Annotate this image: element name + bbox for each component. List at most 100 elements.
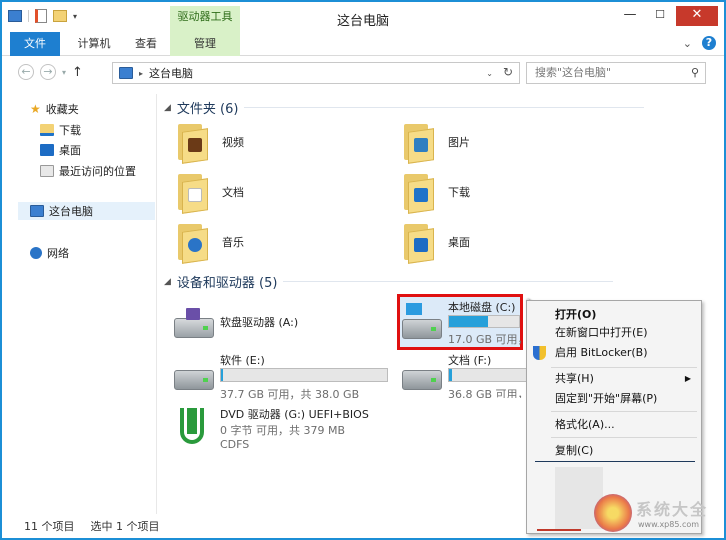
address-row: ← → ▾ ↑ ▸ 这台电脑 ⌄ ↻ 搜索"这台电脑" ⚲ xyxy=(2,58,724,88)
divider xyxy=(283,281,614,282)
drive-dvd[interactable]: DVD 驱动器 (G:) UEFI+BIOS 0 字节 可用，共 379 MB … xyxy=(174,406,414,456)
drive-usage-bar xyxy=(448,315,520,328)
tab-computer[interactable]: 计算机 xyxy=(66,32,122,56)
navigation-buttons: ← → ▾ ↑ xyxy=(18,64,83,80)
tab-file[interactable]: 文件 xyxy=(10,32,60,56)
menu-bottom-mark xyxy=(537,529,581,531)
divider xyxy=(244,107,645,108)
dropdown-icon[interactable]: ⌄ xyxy=(486,65,493,83)
expand-ribbon-icon[interactable]: ⌄ xyxy=(683,37,692,50)
watermark-url: www.xp85.com xyxy=(638,520,700,529)
menu-copy[interactable]: 复制(C) xyxy=(527,441,701,461)
devices-header-label: 设备和驱动器 (5) xyxy=(176,276,278,291)
folder-label: 文档 xyxy=(222,186,244,199)
maximize-button[interactable]: ☐ xyxy=(646,6,674,26)
breadcrumb-chevron-icon[interactable]: ▸ xyxy=(139,69,143,78)
refresh-icon[interactable]: ↻ xyxy=(503,65,513,83)
folder-music[interactable]: 音乐 xyxy=(174,220,374,264)
explorer-window: ▾ 驱动器工具 这台电脑 — ☐ ✕ 文件 计算机 查看 管理 ⌄ ? ← → … xyxy=(0,0,726,540)
drive-name: 本地磁盘 (C:) xyxy=(448,301,516,314)
forward-icon[interactable]: → xyxy=(40,64,56,80)
recent-locations-icon[interactable]: ▾ xyxy=(62,68,66,77)
nav-desktop[interactable]: 桌面 xyxy=(40,141,81,159)
nav-recent[interactable]: 最近访问的位置 xyxy=(40,162,136,180)
folder-videos[interactable]: 视频 xyxy=(174,120,374,164)
drive-usage-bar xyxy=(448,368,526,382)
collapse-chevron-icon[interactable]: ◢ xyxy=(164,277,171,287)
menu-pin-start[interactable]: 固定到"开始"屏幕(P) xyxy=(527,389,701,409)
close-button[interactable]: ✕ xyxy=(676,6,718,26)
menu-share[interactable]: 共享(H) ▶ xyxy=(527,369,701,389)
devices-group-header[interactable]: ◢ 设备和驱动器 (5) xyxy=(164,272,614,291)
menu-separator xyxy=(551,411,697,412)
nav-downloads[interactable]: 下载 xyxy=(40,121,81,139)
downloads-icon xyxy=(40,124,54,136)
menu-bitlocker[interactable]: 启用 BitLocker(B) xyxy=(527,343,701,363)
window-controls: — ☐ ✕ xyxy=(616,6,718,26)
watermark-logo: 系统大全 www.xp85.com xyxy=(588,490,726,536)
recent-places-icon xyxy=(40,165,54,177)
status-bar: 11 个项目 选中 1 个项目 xyxy=(2,516,402,536)
folder-documents[interactable]: 文档 xyxy=(174,170,374,214)
drive-usage-fill xyxy=(449,369,452,381)
drive-name: 文档 (F:) xyxy=(448,354,492,367)
uac-shield-icon xyxy=(533,346,546,360)
watermark-text: 系统大全 xyxy=(636,500,709,519)
ribbon-tabs: 文件 计算机 查看 管理 ⌄ ? xyxy=(2,32,724,56)
folders-group-header[interactable]: ◢ 文件夹 (6) xyxy=(164,98,645,117)
downloads-folder-icon xyxy=(400,172,436,214)
menu-separator xyxy=(551,437,697,438)
menu-open[interactable]: 打开(O) xyxy=(527,305,701,325)
search-input[interactable]: 搜索"这台电脑" ⚲ xyxy=(526,62,706,84)
drive-size: 37.7 GB 可用，共 38.0 GB xyxy=(220,388,360,401)
nav-desktop-label: 桌面 xyxy=(59,144,81,157)
nav-network[interactable]: 网络 xyxy=(30,244,69,262)
nav-favorites[interactable]: ★ 收藏夹 xyxy=(30,100,79,118)
drive-usage-fill xyxy=(221,369,223,381)
drive-filesystem: CDFS xyxy=(220,438,250,451)
collapse-chevron-icon[interactable]: ◢ xyxy=(164,103,171,113)
folder-label: 音乐 xyxy=(222,236,244,249)
address-bar[interactable]: ▸ 这台电脑 ⌄ ↻ xyxy=(112,62,520,84)
selected-count: 选中 1 个项目 xyxy=(90,520,160,533)
minimize-button[interactable]: — xyxy=(616,6,644,26)
drive-name: 软件 (E:) xyxy=(220,354,265,367)
title-bar: ▾ 驱动器工具 这台电脑 — ☐ ✕ xyxy=(2,2,724,32)
breadcrumb[interactable]: 这台电脑 xyxy=(149,65,193,81)
nav-this-pc[interactable]: 这台电脑 xyxy=(18,202,155,220)
drive-floppy[interactable]: 软盘驱动器 (A:) xyxy=(174,300,394,344)
music-folder-icon xyxy=(174,222,210,264)
windows-drive-icon xyxy=(402,303,442,339)
desktop-icon xyxy=(40,144,54,156)
help-icon[interactable]: ? xyxy=(702,36,716,50)
nav-recent-label: 最近访问的位置 xyxy=(59,165,136,178)
address-tail: ⌄ ↻ xyxy=(486,65,513,83)
drive-e[interactable]: 软件 (E:) 37.7 GB 可用，共 38.0 GB xyxy=(174,352,394,401)
tab-view[interactable]: 查看 xyxy=(124,32,168,56)
hard-drive-icon xyxy=(174,360,214,390)
search-icon[interactable]: ⚲ xyxy=(691,63,699,83)
drive-c-selected[interactable]: 本地磁盘 (C:) 17.0 GB 可用，共 xyxy=(397,294,540,350)
search-placeholder: 搜索"这台电脑" xyxy=(535,66,612,79)
folder-label: 视频 xyxy=(222,136,244,149)
folder-desktop[interactable]: 桌面 xyxy=(400,220,600,264)
drive-f[interactable]: 文档 (F:) 36.8 GB 可用，共 xyxy=(402,352,526,398)
folder-pictures[interactable]: 图片 xyxy=(400,120,600,164)
drive-size: 36.8 GB 可用，共 xyxy=(448,388,526,398)
folder-downloads[interactable]: 下载 xyxy=(400,170,600,214)
menu-format[interactable]: 格式化(A)... xyxy=(527,415,701,435)
pictures-folder-icon xyxy=(400,122,436,164)
drive-usage-fill xyxy=(449,316,488,327)
floppy-drive-icon xyxy=(174,308,214,338)
menu-open-new-window[interactable]: 在新窗口中打开(E) xyxy=(527,323,701,343)
drive-name: 软盘驱动器 (A:) xyxy=(220,316,299,329)
up-icon[interactable]: ↑ xyxy=(72,65,83,80)
this-pc-icon xyxy=(30,205,44,217)
star-icon: ★ xyxy=(30,102,41,116)
nav-network-label: 网络 xyxy=(47,247,69,260)
item-count: 11 个项目 xyxy=(24,520,75,533)
nav-favorites-label: 收藏夹 xyxy=(45,103,79,116)
back-icon[interactable]: ← xyxy=(18,64,34,80)
folder-label: 下载 xyxy=(448,186,470,199)
tab-manage[interactable]: 管理 xyxy=(170,32,240,56)
